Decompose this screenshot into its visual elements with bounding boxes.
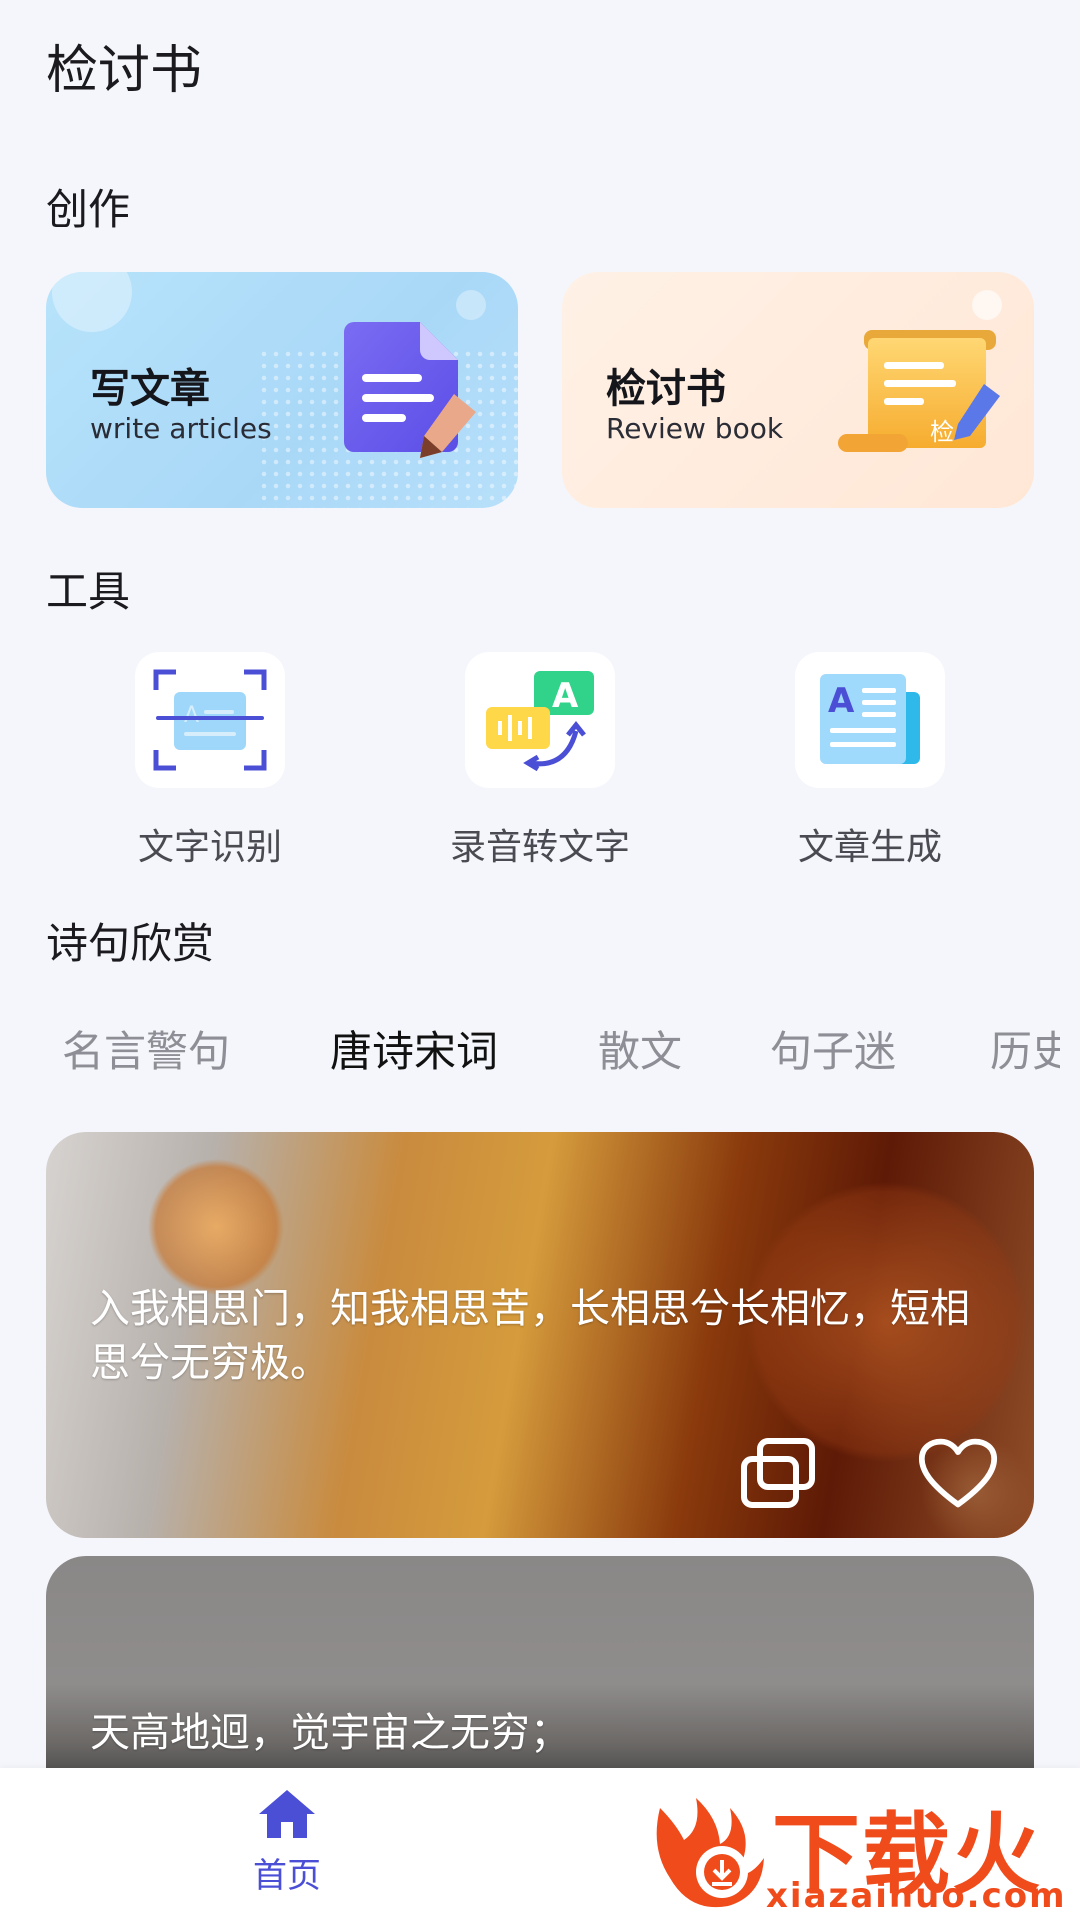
section-title-tools: 工具: [46, 567, 131, 616]
review-book-subtitle: Review book: [606, 412, 784, 445]
section-title-create: 创作: [46, 185, 131, 234]
tool-label: 文字识别: [137, 827, 282, 868]
poem-category-tabs: 名言警句 唐诗宋词 散文 句子迷 历史: [0, 1018, 1060, 1088]
tab-sentence-fans[interactable]: 句子迷: [770, 1018, 896, 1079]
review-book-card[interactable]: 检讨书 Review book 检: [562, 272, 1034, 508]
tool-icon-box: A: [135, 652, 285, 788]
copy-button[interactable]: [738, 1434, 818, 1514]
poem-text: 入我相思门，知我相思苦，长相思兮长相忆，短相思兮无穷极。: [90, 1286, 970, 1386]
tool-voice-to-text[interactable]: A 录音转文字: [410, 652, 670, 870]
tool-label: 文章生成: [797, 827, 942, 868]
tool-icon-box: A: [465, 652, 615, 788]
tab-prose[interactable]: 散文: [598, 1018, 682, 1079]
voice-to-text-icon: A: [486, 671, 594, 772]
watermark-url: xiazaihuo.com: [766, 1876, 1067, 1916]
write-article-subtitle: write articles: [90, 412, 272, 445]
write-article-title: 写文章: [90, 366, 210, 412]
svg-text:检: 检: [930, 418, 954, 446]
favorite-button[interactable]: [918, 1434, 998, 1514]
nav-home-label: 首页: [253, 1856, 321, 1896]
watermark: 下载火 xiazaihuo.com: [640, 1778, 1080, 1920]
tool-text-recognition[interactable]: A 文字识别: [80, 652, 340, 870]
poem-card[interactable]: 入我相思门，知我相思苦，长相思兮长相忆，短相思兮无穷极。: [46, 1132, 1034, 1538]
page-title: 检讨书: [46, 41, 203, 101]
article-generate-icon: A: [820, 674, 920, 764]
nav-home[interactable]: 首页: [222, 1788, 352, 1897]
flame-logo-icon: [656, 1798, 764, 1908]
poem-text: 天高地迥，觉宇宙之无穷；: [90, 1710, 570, 1756]
text-scan-icon: A: [153, 669, 267, 771]
tool-label: 录音转文字: [449, 827, 630, 868]
home-icon: [259, 1790, 315, 1838]
write-article-card[interactable]: 写文章 write articles: [46, 272, 518, 508]
decor-bubble: [972, 290, 1002, 320]
heart-icon: [918, 1438, 998, 1508]
svg-text:A: A: [552, 676, 579, 716]
tool-article-generate[interactable]: A 文章生成: [740, 652, 1000, 870]
copy-icon: [741, 1438, 815, 1508]
decor-bubble: [52, 272, 132, 332]
tab-famous-quotes[interactable]: 名言警句: [62, 1018, 230, 1079]
review-book-title: 检讨书: [606, 366, 726, 412]
tab-history[interactable]: 历史: [990, 1018, 1060, 1079]
section-title-poems: 诗句欣赏: [46, 919, 215, 968]
document-icon: [344, 322, 476, 458]
svg-text:A: A: [828, 681, 855, 721]
svg-text:A: A: [184, 703, 199, 728]
tab-tang-song-poetry[interactable]: 唐诗宋词: [330, 1018, 498, 1079]
tool-icon-box: A: [795, 652, 945, 788]
scroll-icon: 检: [838, 330, 1000, 452]
